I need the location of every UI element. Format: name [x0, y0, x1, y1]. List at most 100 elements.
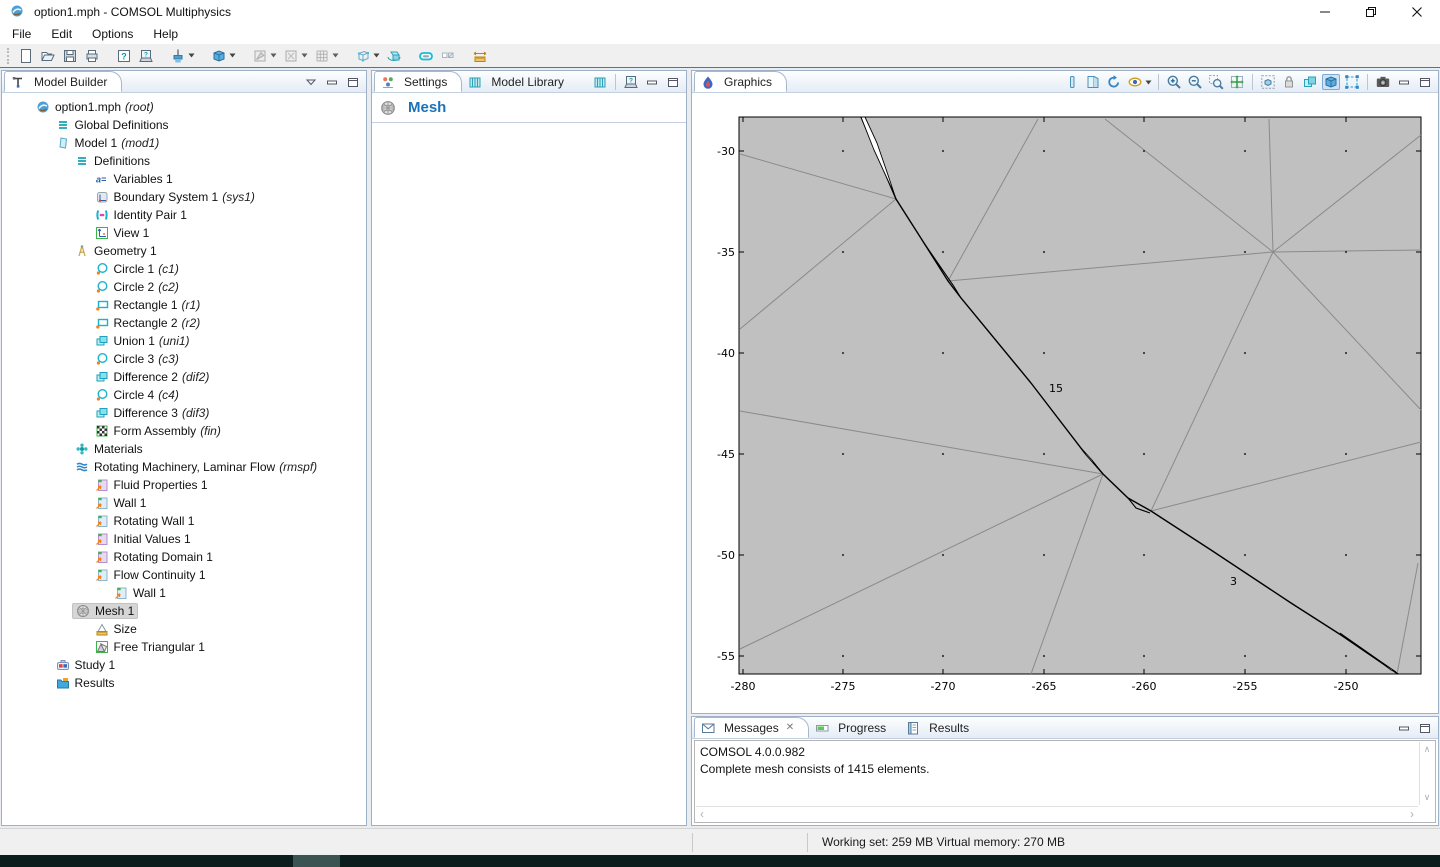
- tree-item-rectangle-1[interactable]: Rectangle 1(r1): [2, 296, 366, 314]
- scroll-left-icon[interactable]: ‹: [700, 807, 704, 821]
- tree-item-mesh-1[interactable]: Mesh 1: [2, 602, 366, 620]
- tree-item-boundary-system-1[interactable]: Boundary System 1(sys1): [2, 188, 366, 206]
- tree-item-view-1[interactable]: View 1: [2, 224, 366, 242]
- panel-maximize-icon[interactable]: [1416, 74, 1434, 90]
- tab-messages[interactable]: Messages✕: [694, 717, 809, 738]
- tree-item-identity-pair-1[interactable]: Identity Pair 1: [2, 206, 366, 224]
- zoom-box-button[interactable]: [1207, 74, 1225, 90]
- tree-item-option1-mph[interactable]: option1.mph(root): [2, 98, 366, 116]
- tree-item-free-triangular-1[interactable]: Free Triangular 1: [2, 638, 366, 656]
- scroll-right-icon[interactable]: ›: [1410, 807, 1414, 821]
- model-builder-tab[interactable]: Model Builder: [4, 71, 122, 92]
- new-file-button[interactable]: [15, 46, 37, 66]
- dropdown-caret-icon[interactable]: [301, 53, 308, 58]
- help-desk-icon[interactable]: ?: [622, 74, 640, 90]
- tree-item-circle-1[interactable]: Circle 1(c1): [2, 260, 366, 278]
- tree-item-circle-4[interactable]: Circle 4(c4): [2, 386, 366, 404]
- minimize-window-button[interactable]: [1302, 0, 1348, 24]
- dropdown-caret-icon[interactable]: [373, 53, 380, 58]
- tree-item-global-definitions[interactable]: Global Definitions: [2, 116, 366, 134]
- geometry-cube-button[interactable]: [208, 46, 239, 66]
- close-window-button[interactable]: [1394, 0, 1440, 24]
- panel-minimize-icon[interactable]: [1395, 74, 1413, 90]
- help-desk-button[interactable]: ?: [135, 46, 157, 66]
- horizontal-scrollbar[interactable]: ‹ ›: [696, 806, 1418, 821]
- measure-button[interactable]: [469, 46, 491, 66]
- vertical-scrollbar[interactable]: ∧ ∨: [1419, 742, 1434, 805]
- tree-item-flow-continuity-1[interactable]: Flow Continuity 1: [2, 566, 366, 584]
- dropdown-caret-icon[interactable]: [332, 53, 339, 58]
- tree-item-materials[interactable]: Materials: [2, 440, 366, 458]
- scene-cube-button[interactable]: [1322, 74, 1340, 90]
- panel-minimize-icon[interactable]: [323, 74, 341, 90]
- panel-minimize-icon[interactable]: [1395, 720, 1413, 736]
- tree-item-geometry-1[interactable]: Geometry 1: [2, 242, 366, 260]
- tab-settings[interactable]: Settings: [374, 71, 462, 92]
- scroll-up-icon[interactable]: ∧: [1424, 744, 1431, 755]
- menu-help[interactable]: Help: [143, 24, 188, 44]
- camera-button[interactable]: [1374, 74, 1392, 90]
- dropdown-caret-icon[interactable]: [229, 53, 236, 58]
- panel-menu-dropdown-icon[interactable]: [302, 74, 320, 90]
- tree-item-study-1[interactable]: Study 1: [2, 656, 366, 674]
- tree-item-rectangle-2[interactable]: Rectangle 2(r2): [2, 314, 366, 332]
- tree-item-initial-values-1[interactable]: Initial Values 1: [2, 530, 366, 548]
- tab-model-library[interactable]: Model Library: [462, 71, 578, 92]
- tree-item-form-assembly[interactable]: Form Assembly(fin): [2, 422, 366, 440]
- rotate-view-button[interactable]: [1105, 74, 1123, 90]
- zoom-in-button[interactable]: [1165, 74, 1183, 90]
- taskbar-active-app[interactable]: [293, 855, 340, 867]
- panel-minimize-icon[interactable]: [643, 74, 661, 90]
- panel-maximize-icon[interactable]: [1416, 720, 1434, 736]
- tree-item-variables-1[interactable]: a=Variables 1: [2, 170, 366, 188]
- dropdown-caret-icon[interactable]: [1145, 80, 1152, 85]
- graphics-canvas[interactable]: -280-275-270-265-260-255-250-30-35-40-45…: [692, 93, 1438, 713]
- tree-item-difference-2[interactable]: Difference 2(dif2): [2, 368, 366, 386]
- panel-maximize-icon[interactable]: [344, 74, 362, 90]
- tree-item-rotating-machinery-laminar-flow[interactable]: Rotating Machinery, Laminar Flow(rmspf): [2, 458, 366, 476]
- tree-item-definitions[interactable]: Definitions: [2, 152, 366, 170]
- zoom-extents-button[interactable]: [1228, 74, 1246, 90]
- snapshot-frame-button[interactable]: [1259, 74, 1277, 90]
- menu-edit[interactable]: Edit: [41, 24, 82, 44]
- clip-plane-button[interactable]: [1084, 74, 1102, 90]
- print-button[interactable]: [81, 46, 103, 66]
- tree-item-circle-2[interactable]: Circle 2(c2): [2, 278, 366, 296]
- wireframe-view-button[interactable]: [352, 46, 383, 66]
- transparency-button[interactable]: [1301, 74, 1319, 90]
- tree-item-wall-1[interactable]: Wall 1: [2, 494, 366, 512]
- tree-item-model-1[interactable]: Model 1(mod1): [2, 134, 366, 152]
- windows-taskbar[interactable]: [0, 855, 1440, 867]
- restore-window-button[interactable]: [1348, 0, 1394, 24]
- tree-item-results[interactable]: Results: [2, 674, 366, 692]
- open-file-button[interactable]: [37, 46, 59, 66]
- tree-item-rotating-domain-1[interactable]: Rotating Domain 1: [2, 548, 366, 566]
- tree-item-size[interactable]: Size: [2, 620, 366, 638]
- tab-progress[interactable]: Progress: [809, 717, 900, 738]
- view-bar-button[interactable]: [1063, 74, 1081, 90]
- tree-item-circle-3[interactable]: Circle 3(c3): [2, 350, 366, 368]
- tree-item-wall-1[interactable]: Wall 1: [2, 584, 366, 602]
- graphics-tab[interactable]: Graphics: [694, 71, 787, 92]
- tree-item-difference-3[interactable]: Difference 3(dif3): [2, 404, 366, 422]
- model-library-building-icon[interactable]: [591, 74, 609, 90]
- tree-item-fluid-properties-1[interactable]: Fluid Properties 1: [2, 476, 366, 494]
- panel-maximize-icon[interactable]: [664, 74, 682, 90]
- view-3d-button[interactable]: [383, 46, 405, 66]
- menu-options[interactable]: Options: [82, 24, 143, 44]
- dropdown-caret-icon[interactable]: [188, 53, 195, 58]
- interface-capsule-button[interactable]: [415, 46, 437, 66]
- tab-results[interactable]: Results: [900, 717, 983, 738]
- plot-brush-button[interactable]: [167, 46, 198, 66]
- visibility-eye-button[interactable]: [1126, 74, 1152, 90]
- select-frame-button[interactable]: [1343, 74, 1361, 90]
- dropdown-caret-icon[interactable]: [270, 53, 277, 58]
- scroll-down-icon[interactable]: ∨: [1424, 792, 1431, 803]
- save-file-button[interactable]: [59, 46, 81, 66]
- zoom-out-button[interactable]: [1186, 74, 1204, 90]
- menu-file[interactable]: File: [2, 24, 41, 44]
- tree-item-rotating-wall-1[interactable]: Rotating Wall 1: [2, 512, 366, 530]
- tree-item-union-1[interactable]: Union 1(uni1): [2, 332, 366, 350]
- help-button[interactable]: ?: [113, 46, 135, 66]
- close-tab-icon[interactable]: ✕: [786, 722, 794, 733]
